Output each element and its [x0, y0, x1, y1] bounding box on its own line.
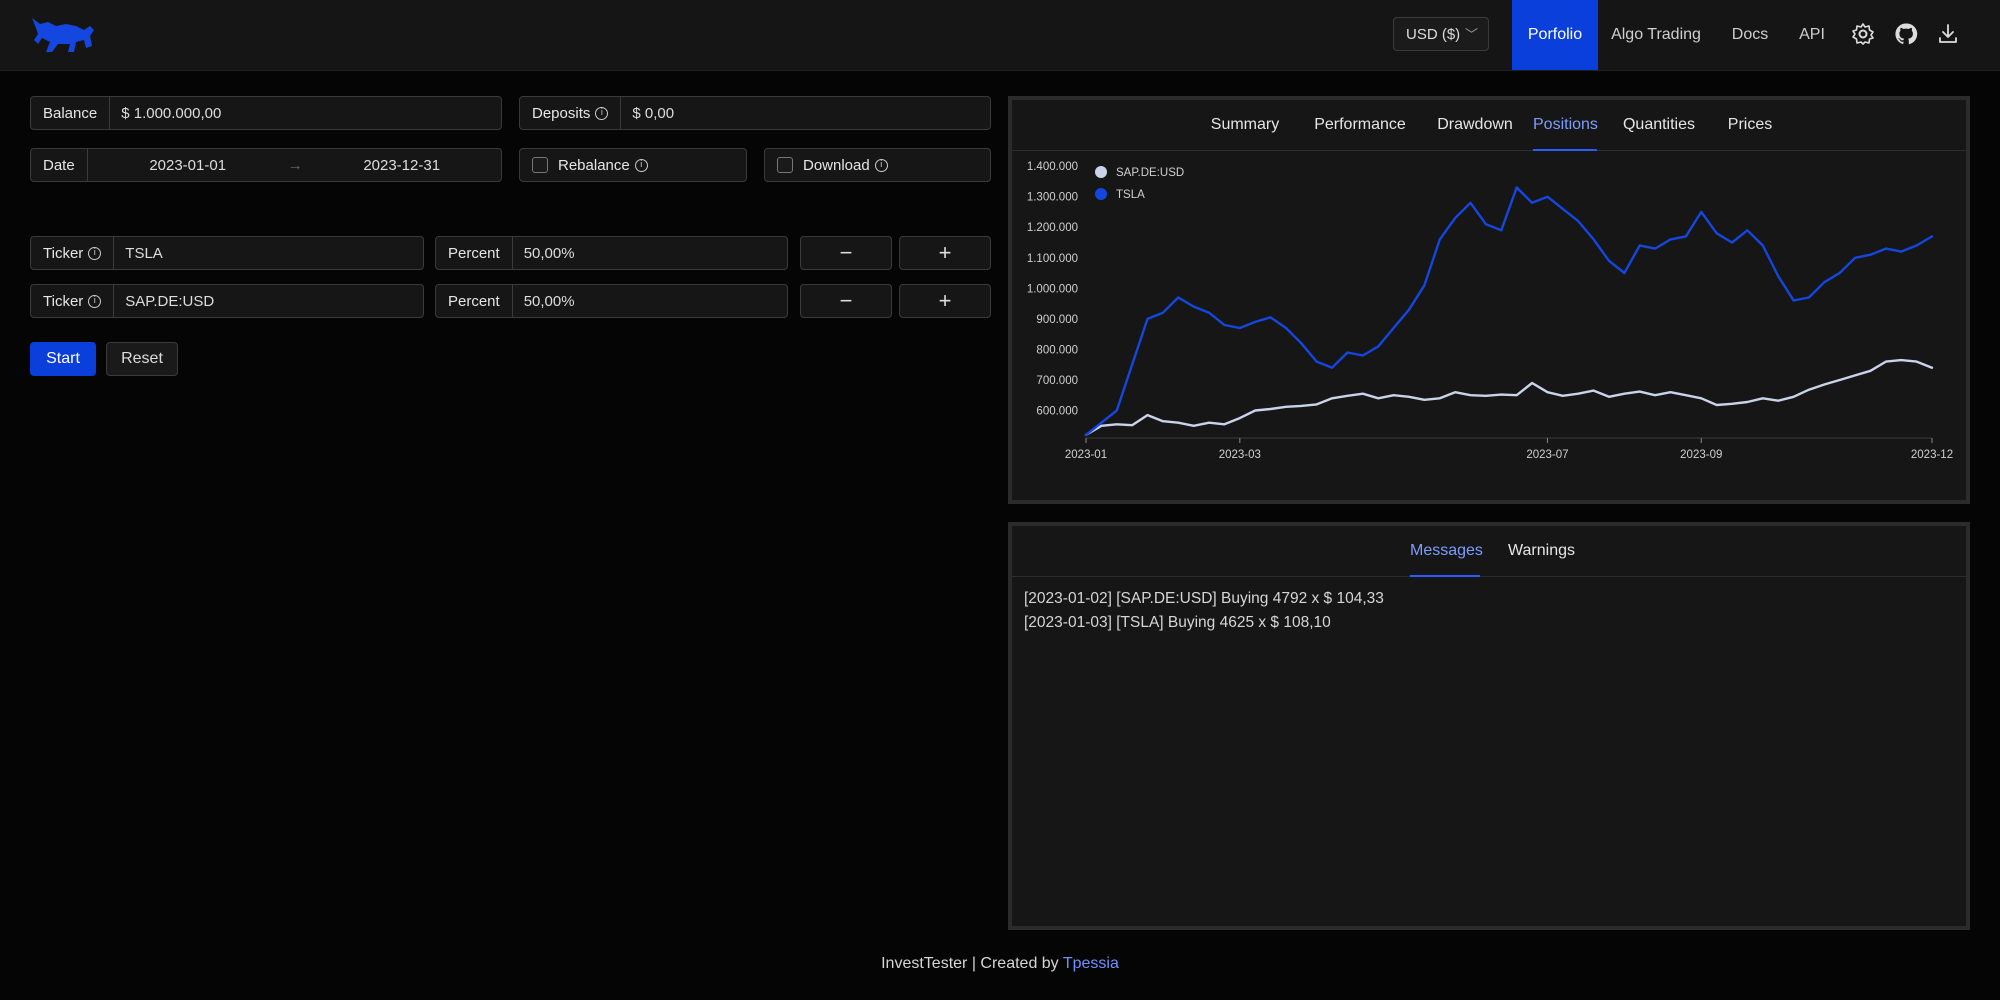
footer: InvestTester | Created by Tpessia	[0, 955, 2000, 973]
gear-icon[interactable]	[1851, 22, 1875, 46]
tab-quantities[interactable]: Quantities	[1616, 100, 1702, 150]
x-tick-label: 2023-01	[1065, 449, 1107, 461]
y-tick-label: 1.300.000	[1027, 192, 1078, 204]
nav-algo-trading[interactable]: Algo Trading	[1604, 0, 1708, 70]
remove-ticker-button[interactable]: −	[800, 284, 892, 318]
info-icon[interactable]: i	[88, 294, 102, 308]
tab-positions[interactable]: Positions	[1533, 100, 1598, 151]
date-end-input[interactable]: 2023-12-31	[302, 157, 501, 174]
deposits-label-wrap: Deposits i	[520, 97, 622, 129]
download-checkbox[interactable]: Download i	[764, 148, 991, 182]
date-start-input[interactable]: 2023-01-01	[88, 157, 288, 174]
legend-marker	[1095, 188, 1107, 200]
y-tick-label: 900.000	[1036, 314, 1078, 326]
info-icon[interactable]: i	[874, 158, 888, 172]
ticker-input[interactable]: SAP.DE:USD	[114, 285, 423, 317]
percent-label: Percent	[436, 237, 513, 269]
rebalance-label: Rebalance	[558, 156, 630, 174]
messages-tabs: Messages Warnings	[1012, 526, 1966, 577]
date-label: Date	[31, 149, 88, 181]
percent-input[interactable]: 50,00%	[513, 237, 787, 269]
rebalance-wrap: Rebalance i	[520, 149, 660, 181]
percent-input[interactable]: 50,00%	[513, 285, 787, 317]
tab-warnings[interactable]: Warnings	[1508, 526, 1575, 576]
balance-field[interactable]: Balance $ 1.000.000,00	[30, 96, 502, 130]
chevron-down-icon: ﹀	[1464, 27, 1478, 42]
legend-label: SAP.DE:USD	[1116, 167, 1184, 179]
top-bar: USD ($) ﹀ Porfolio Algo Trading Docs API	[0, 0, 2000, 71]
info-icon[interactable]: i	[595, 106, 609, 120]
ticker-label-wrap: Ticker i	[31, 237, 115, 269]
download-label: Download	[803, 156, 870, 174]
y-tick-label: 700.000	[1036, 375, 1078, 387]
info-icon[interactable]: i	[88, 246, 102, 260]
balance-input[interactable]: $ 1.000.000,00	[110, 97, 501, 129]
chart-panel: Summary Performance Drawdown Positions Q…	[1008, 96, 1970, 504]
bull-logo-icon[interactable]	[30, 14, 96, 56]
currency-label: USD ($)	[1406, 26, 1461, 43]
deposits-input[interactable]: $ 0,00	[621, 97, 990, 129]
download-icon[interactable]	[1936, 22, 1960, 46]
tab-prices[interactable]: Prices	[1722, 100, 1778, 150]
legend-label: TSLA	[1116, 189, 1145, 201]
y-tick-label: 1.000.000	[1027, 283, 1078, 295]
messages-panel: Messages Warnings [2023-01-02] [SAP.DE:U…	[1008, 522, 1970, 930]
nav-docs[interactable]: Docs	[1722, 0, 1778, 70]
currency-select[interactable]: USD ($) ﹀	[1393, 17, 1489, 51]
footer-author-link[interactable]: Tpessia	[1063, 955, 1119, 972]
percent-field[interactable]: Percent 50,00%	[435, 284, 788, 318]
add-ticker-button[interactable]: +	[899, 236, 991, 270]
series-line-sap-de-usd	[1084, 358, 1934, 437]
date-range-field[interactable]: Date 2023-01-01 → 2023-12-31	[30, 148, 502, 182]
ticker-label: Ticker	[43, 292, 84, 310]
log-message: [2023-01-02] [SAP.DE:USD] Buying 4792 x …	[1024, 590, 1384, 607]
series-line-tsla	[1084, 186, 1934, 437]
y-tick-label: 1.400.000	[1027, 161, 1078, 173]
rebalance-check-box[interactable]	[532, 157, 548, 173]
deposits-field[interactable]: Deposits i $ 0,00	[519, 96, 991, 130]
x-tick-label: 2023-07	[1526, 449, 1568, 461]
legend-marker	[1095, 166, 1107, 178]
download-check-box[interactable]	[777, 157, 793, 173]
ticker-field[interactable]: Ticker i SAP.DE:USD	[30, 284, 424, 318]
add-ticker-button[interactable]: +	[899, 284, 991, 318]
ticker-label: Ticker	[43, 244, 84, 262]
arrow-right-icon: →	[287, 156, 303, 174]
y-tick-label: 800.000	[1036, 344, 1078, 356]
info-icon[interactable]: i	[634, 158, 648, 172]
balance-label: Balance	[31, 97, 111, 129]
positions-chart[interactable]: 600.000 700.000 800.000 900.000 1.000.000 1.1…	[1012, 152, 1966, 500]
ticker-field[interactable]: Ticker i TSLA	[30, 236, 424, 270]
y-tick-label: 600.000	[1036, 406, 1078, 418]
rebalance-checkbox[interactable]: Rebalance i	[519, 148, 747, 182]
tab-summary[interactable]: Summary	[1206, 100, 1284, 150]
ticker-input[interactable]: TSLA	[114, 237, 423, 269]
ticker-label-wrap: Ticker i	[31, 285, 115, 317]
log-message: [2023-01-03] [TSLA] Buying 4625 x $ 108,…	[1024, 614, 1331, 631]
tab-messages[interactable]: Messages	[1410, 526, 1483, 577]
x-tick-label: 2023-03	[1219, 449, 1261, 461]
date-range: 2023-01-01 → 2023-12-31	[88, 149, 501, 181]
footer-text: InvestTester | Created by	[881, 955, 1063, 972]
tab-performance[interactable]: Performance	[1308, 100, 1412, 150]
y-tick-label: 1.100.000	[1027, 253, 1078, 265]
x-tick-label: 2023-09	[1680, 449, 1722, 461]
percent-label: Percent	[436, 285, 513, 317]
tab-drawdown[interactable]: Drawdown	[1430, 100, 1520, 150]
start-button[interactable]: Start	[30, 342, 96, 376]
download-wrap: Download i	[765, 149, 900, 181]
nav-portfolio[interactable]: Porfolio	[1512, 0, 1598, 70]
nav-api[interactable]: API	[1792, 0, 1832, 70]
reset-button[interactable]: Reset	[106, 342, 178, 376]
chart-tabs: Summary Performance Drawdown Positions Q…	[1012, 100, 1966, 151]
github-icon[interactable]	[1894, 22, 1918, 46]
x-tick-label: 2023-12	[1911, 449, 1953, 461]
percent-field[interactable]: Percent 50,00%	[435, 236, 788, 270]
remove-ticker-button[interactable]: −	[800, 236, 892, 270]
y-tick-label: 1.200.000	[1027, 222, 1078, 234]
deposits-label: Deposits	[532, 104, 591, 122]
